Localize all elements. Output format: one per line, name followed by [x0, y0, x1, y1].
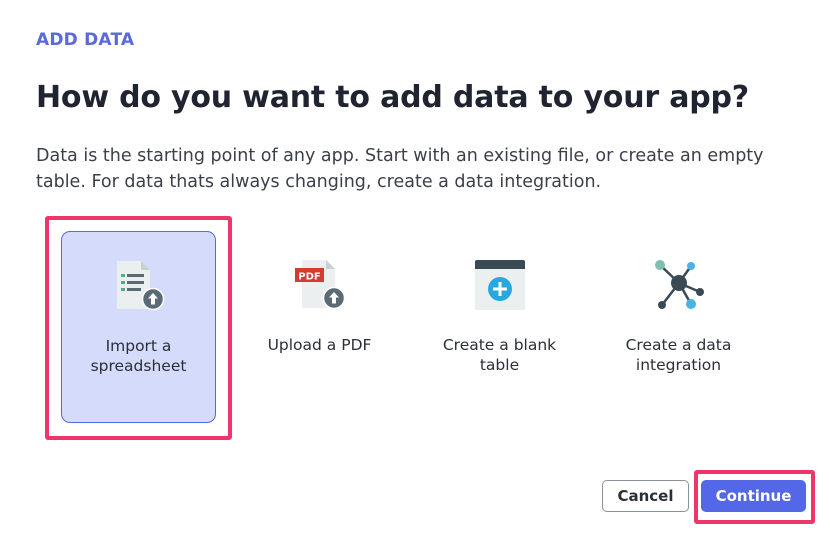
option-upload-pdf[interactable]: PDF Upload a PDF	[242, 231, 397, 423]
cancel-button[interactable]: Cancel	[602, 480, 689, 512]
blank-table-icon	[473, 258, 527, 312]
continue-button[interactable]: Continue	[701, 480, 806, 512]
page-title: How do you want to add data to your app?	[36, 80, 750, 115]
option-label: Import a spreadsheet	[90, 337, 187, 375]
option-label: Create a data integration	[625, 336, 732, 374]
option-create-blank-table[interactable]: Create a blank table	[422, 231, 577, 423]
data-integration-icon	[652, 258, 706, 312]
pdf-upload-icon: PDF	[293, 258, 347, 312]
option-label: Create a blank table	[442, 336, 557, 374]
add-data-eyebrow: ADD DATA	[36, 30, 135, 50]
pdf-badge-text: PDF	[298, 272, 320, 283]
spreadsheet-upload-icon	[112, 259, 166, 313]
option-label: Upload a PDF	[267, 336, 372, 354]
option-import-spreadsheet[interactable]: Import a spreadsheet	[61, 231, 216, 423]
page-description: Data is the starting point of any app. S…	[36, 146, 764, 192]
option-create-data-integration[interactable]: Create a data integration	[601, 231, 756, 423]
